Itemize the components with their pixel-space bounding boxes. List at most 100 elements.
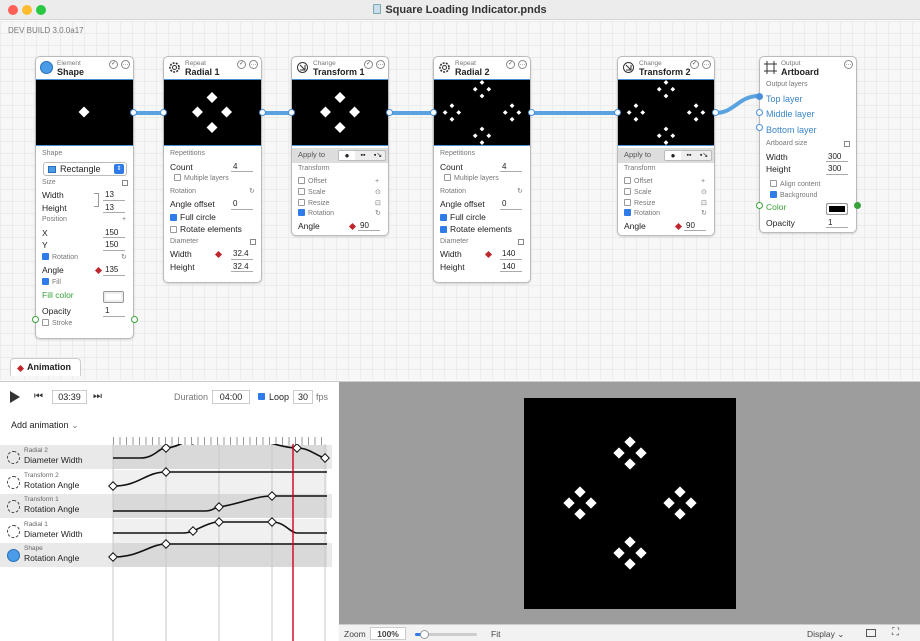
keyframe-icon[interactable] [348, 222, 357, 230]
check-icon[interactable]: ✓ [109, 60, 118, 69]
collapse-icon[interactable] [844, 141, 850, 147]
fill-color-out-port[interactable] [131, 316, 138, 323]
height-input[interactable]: 32.4 [231, 261, 253, 272]
zoom-slider-track[interactable] [415, 630, 477, 639]
collapse-icon[interactable] [122, 179, 128, 186]
current-time-field[interactable]: 03:39 [52, 390, 87, 404]
width-input[interactable]: 140 [500, 249, 522, 260]
rotation-checkbox[interactable] [298, 209, 305, 216]
rotate-elements-checkbox[interactable] [440, 226, 447, 233]
width-input[interactable]: 13 [103, 190, 125, 201]
play-icon[interactable] [10, 391, 20, 403]
angle-input[interactable]: 90 [358, 220, 380, 231]
width-input[interactable]: 300 [826, 151, 848, 162]
offset-checkbox[interactable] [298, 176, 305, 184]
bottom-layer-port[interactable] [756, 124, 763, 131]
minimize-window-button[interactable] [22, 5, 32, 15]
background-color-swatch[interactable] [826, 202, 848, 215]
stepped-icon[interactable]: ▪↘ [697, 151, 711, 160]
node-header[interactable]: Repeat Radial 2 ✓ … [434, 57, 530, 79]
output-port[interactable] [130, 109, 137, 116]
keyframe-icon[interactable] [484, 250, 493, 259]
collapse-icon[interactable] [518, 238, 524, 245]
full-circle-checkbox[interactable] [440, 213, 447, 221]
offset-checkbox[interactable] [624, 176, 631, 184]
align-content-checkbox[interactable] [770, 179, 777, 187]
output-port[interactable] [259, 109, 266, 116]
y-input[interactable]: 150 [103, 240, 125, 251]
output-port[interactable] [528, 109, 535, 116]
opacity-input[interactable]: 1 [103, 306, 125, 317]
check-icon[interactable]: ✓ [237, 60, 246, 69]
duration-field[interactable]: 04:00 [212, 390, 250, 404]
display-menu[interactable]: Display ⌄ [807, 629, 844, 640]
stroke-checkbox[interactable] [42, 318, 49, 326]
input-port[interactable] [160, 109, 167, 116]
fullscreen-icon[interactable]: ⛶ [892, 627, 899, 638]
fit-button[interactable]: Fit [491, 629, 500, 639]
middle-layer-port[interactable] [756, 109, 763, 116]
zoom-window-button[interactable] [36, 5, 46, 15]
single-element-icon[interactable]: ● [339, 151, 355, 160]
node-header[interactable]: Element Shape ✓ … [36, 57, 133, 79]
node-header[interactable]: Change Transform 2 ✓ … [618, 57, 714, 79]
x-input[interactable]: 150 [103, 227, 125, 238]
node-canvas[interactable]: DEV BUILD 3.0.0a17 Element Shape ✓ … Sha… [0, 21, 920, 380]
keyframe-icon[interactable] [674, 222, 683, 230]
width-input[interactable]: 32.4 [231, 249, 253, 260]
collapse-icon[interactable] [250, 238, 256, 245]
keyframe-icon[interactable] [214, 250, 223, 259]
node-artboard[interactable]: Output Artboard … Output layers Top laye… [756, 56, 861, 233]
angle-input[interactable]: 135 [103, 265, 125, 276]
zoom-value-field[interactable]: 100% [370, 627, 406, 640]
grid-icon[interactable]: ▪▪ [682, 151, 696, 160]
rotation-checkbox[interactable] [624, 209, 631, 216]
more-icon[interactable]: … [249, 60, 258, 69]
output-port[interactable] [712, 109, 719, 116]
check-icon[interactable]: ✓ [506, 60, 515, 69]
zoom-slider-handle[interactable] [420, 630, 430, 639]
loop-checkbox[interactable] [258, 393, 265, 400]
shape-select[interactable]: Rectangle ⇕ [43, 161, 127, 176]
count-input[interactable]: 4 [500, 161, 522, 172]
more-icon[interactable]: … [844, 60, 853, 69]
grid-icon[interactable]: ▪▪ [356, 151, 370, 160]
output-port[interactable] [386, 109, 393, 116]
fps-field[interactable]: 30 [293, 390, 313, 404]
height-input[interactable]: 140 [500, 261, 522, 272]
angle-input[interactable]: 90 [684, 220, 706, 231]
check-icon[interactable]: ✓ [690, 60, 699, 69]
full-circle-checkbox[interactable] [170, 213, 177, 221]
more-icon[interactable]: … [376, 60, 385, 69]
node-header[interactable]: Change Transform 1 ✓ … [292, 57, 388, 79]
node-shape[interactable]: Element Shape ✓ … Shape Rectangle ⇕ Size… [32, 56, 138, 339]
height-input[interactable]: 13 [103, 202, 125, 213]
fill-color-swatch[interactable] [103, 291, 124, 303]
close-window-button[interactable] [8, 5, 18, 15]
more-icon[interactable]: … [702, 60, 711, 69]
fill-color-port[interactable] [32, 316, 39, 323]
more-icon[interactable]: … [518, 60, 527, 69]
input-port[interactable] [288, 109, 295, 116]
skip-forward-icon[interactable]: ⏭ [93, 391, 102, 402]
color-out-port[interactable] [854, 202, 861, 209]
add-animation-button[interactable]: Add animation ⌄ [11, 420, 79, 431]
node-transform-2[interactable]: Change Transform 2 ✓ … Apply to ● ▪▪ ▪↘ … [614, 56, 719, 236]
scale-checkbox[interactable] [624, 188, 631, 195]
node-header[interactable]: Repeat Radial 1 ✓ … [164, 57, 261, 79]
color-port[interactable] [756, 202, 763, 209]
move-icon[interactable]: + [122, 214, 126, 227]
rotate-elements-checkbox[interactable] [170, 226, 177, 233]
angle-offset-input[interactable]: 0 [231, 199, 253, 210]
background-checkbox[interactable] [770, 190, 777, 198]
node-radial-2[interactable]: Repeat Radial 2 ✓ … Repetitions Count 4 M… [430, 56, 535, 283]
resize-checkbox[interactable] [624, 198, 631, 206]
stepped-icon[interactable]: ▪↘ [371, 151, 385, 160]
apply-to-segmented[interactable]: ● ▪▪ ▪↘ [338, 150, 386, 161]
tab-animation[interactable]: Animation [10, 358, 81, 376]
height-input[interactable]: 300 [826, 164, 848, 175]
fill-checkbox[interactable] [42, 277, 49, 285]
input-port[interactable] [614, 109, 621, 116]
resize-checkbox[interactable] [298, 198, 305, 206]
input-port[interactable] [430, 109, 437, 116]
